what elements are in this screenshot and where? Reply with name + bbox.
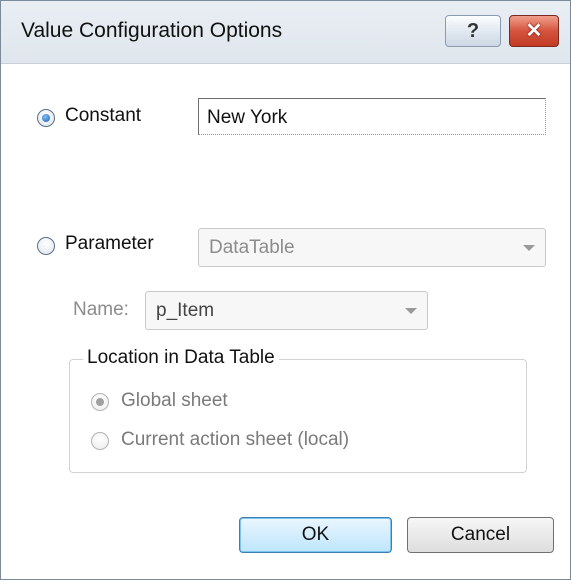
current-action-sheet-label: Current action sheet (local) <box>121 429 350 450</box>
title-bar[interactable]: Value Configuration Options ? ✕ <box>1 1 570 64</box>
name-label: Name: <box>73 299 129 320</box>
close-button[interactable]: ✕ <box>509 15 559 47</box>
parameter-radio[interactable] <box>37 237 55 255</box>
help-button[interactable]: ? <box>445 15 501 47</box>
parameter-name-value: p_Item <box>156 300 215 321</box>
global-sheet-label: Global sheet <box>121 390 228 411</box>
parameter-name-dropdown: p_Item <box>145 291 428 330</box>
close-icon: ✕ <box>525 20 543 42</box>
ok-button[interactable]: OK <box>239 517 392 553</box>
cancel-button[interactable]: Cancel <box>407 517 554 553</box>
ok-button-label: OK <box>301 524 330 545</box>
parameter-type-value: DataTable <box>209 237 295 258</box>
current-action-sheet-radio <box>91 432 109 450</box>
value-configuration-dialog: Value Configuration Options ? ✕ Constant… <box>0 0 571 580</box>
chevron-down-icon <box>405 308 417 314</box>
constant-label[interactable]: Constant <box>65 105 141 127</box>
location-group <box>69 359 527 473</box>
global-sheet-radio <box>91 393 109 411</box>
chevron-down-icon <box>523 245 535 251</box>
constant-value-text: New York <box>207 107 288 128</box>
constant-radio[interactable] <box>37 109 55 127</box>
cancel-button-label: Cancel <box>450 524 511 545</box>
location-group-title: Location in Data Table <box>83 347 279 369</box>
constant-value-input[interactable]: New York <box>198 98 546 135</box>
parameter-label[interactable]: Parameter <box>65 233 154 255</box>
dialog-title: Value Configuration Options <box>21 19 283 42</box>
parameter-type-dropdown: DataTable <box>198 228 546 267</box>
question-mark-icon: ? <box>466 20 480 42</box>
